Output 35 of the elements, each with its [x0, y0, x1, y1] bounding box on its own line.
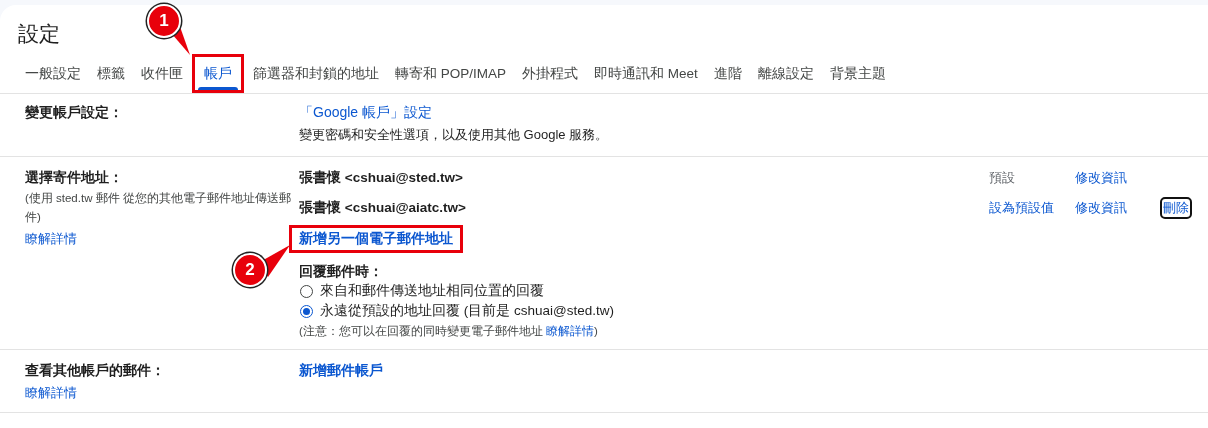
- settings-tab[interactable]: 背景主題: [821, 54, 894, 93]
- section-label: 變更帳戶設定：: [25, 104, 124, 122]
- note-text: (注意：您可以在回覆的同時變更電子郵件地址 瞭解詳情): [299, 324, 598, 339]
- email-address: 張書懷 <cshuai@aiatc.tw>: [299, 199, 467, 217]
- section-label: 查看其他帳戶的郵件：: [25, 362, 165, 380]
- settings-tab[interactable]: 進階: [705, 54, 750, 93]
- settings-tab[interactable]: 轉寄和 POP/IMAP: [387, 54, 515, 93]
- settings-tab[interactable]: 篩選器和封鎖的地址: [245, 54, 387, 93]
- page-title: 設定: [18, 21, 60, 47]
- settings-tab[interactable]: 帳戶: [192, 54, 244, 93]
- learn-more-link[interactable]: 瞭解詳情: [25, 384, 77, 402]
- edit-info-link[interactable]: 修改資訊: [1075, 199, 1162, 217]
- settings-tab[interactable]: 收件匣: [133, 54, 191, 93]
- radio-label: 永遠從預設的地址回覆 (目前是 cshuai@sted.tw): [320, 302, 614, 320]
- reply-label: 回覆郵件時：: [299, 263, 383, 281]
- add-email-link[interactable]: 新增另一個電子郵件地址: [289, 225, 463, 253]
- settings-tab[interactable]: 一般設定: [17, 54, 89, 93]
- add-mail-account-link[interactable]: 新增郵件帳戶: [299, 362, 383, 380]
- callout-marker: 1: [147, 4, 181, 38]
- section-description: (使用 sted.tw 郵件 從您的其他電子郵件地址傳送郵件): [25, 191, 292, 225]
- learn-more-link[interactable]: 瞭解詳情: [25, 230, 77, 248]
- settings-tab[interactable]: 離線設定: [749, 54, 822, 93]
- make-default-link[interactable]: 設為預設值: [989, 199, 1075, 217]
- account-settings-link[interactable]: 「Google 帳戶」設定: [299, 104, 433, 122]
- settings-tab[interactable]: 即時通訊和 Meet: [586, 54, 706, 93]
- section-description: 變更密碼和安全性選項，以及使用其他 Google 服務。: [299, 126, 609, 144]
- radio-label: 來自和郵件傳送地址相同位置的回覆: [320, 282, 544, 300]
- email-address: 張書懷 <cshuai@sted.tw>: [299, 169, 464, 187]
- settings-tab[interactable]: 標籤: [89, 54, 133, 93]
- edit-info-link[interactable]: 修改資訊: [1075, 169, 1162, 187]
- settings-tab[interactable]: 外掛程式: [514, 54, 587, 93]
- default-label: 預設: [989, 169, 1016, 187]
- callout-marker: 2: [233, 253, 267, 287]
- delete-button[interactable]: 刪除: [1162, 199, 1190, 217]
- section-label: 選擇寄件地址：: [25, 169, 123, 187]
